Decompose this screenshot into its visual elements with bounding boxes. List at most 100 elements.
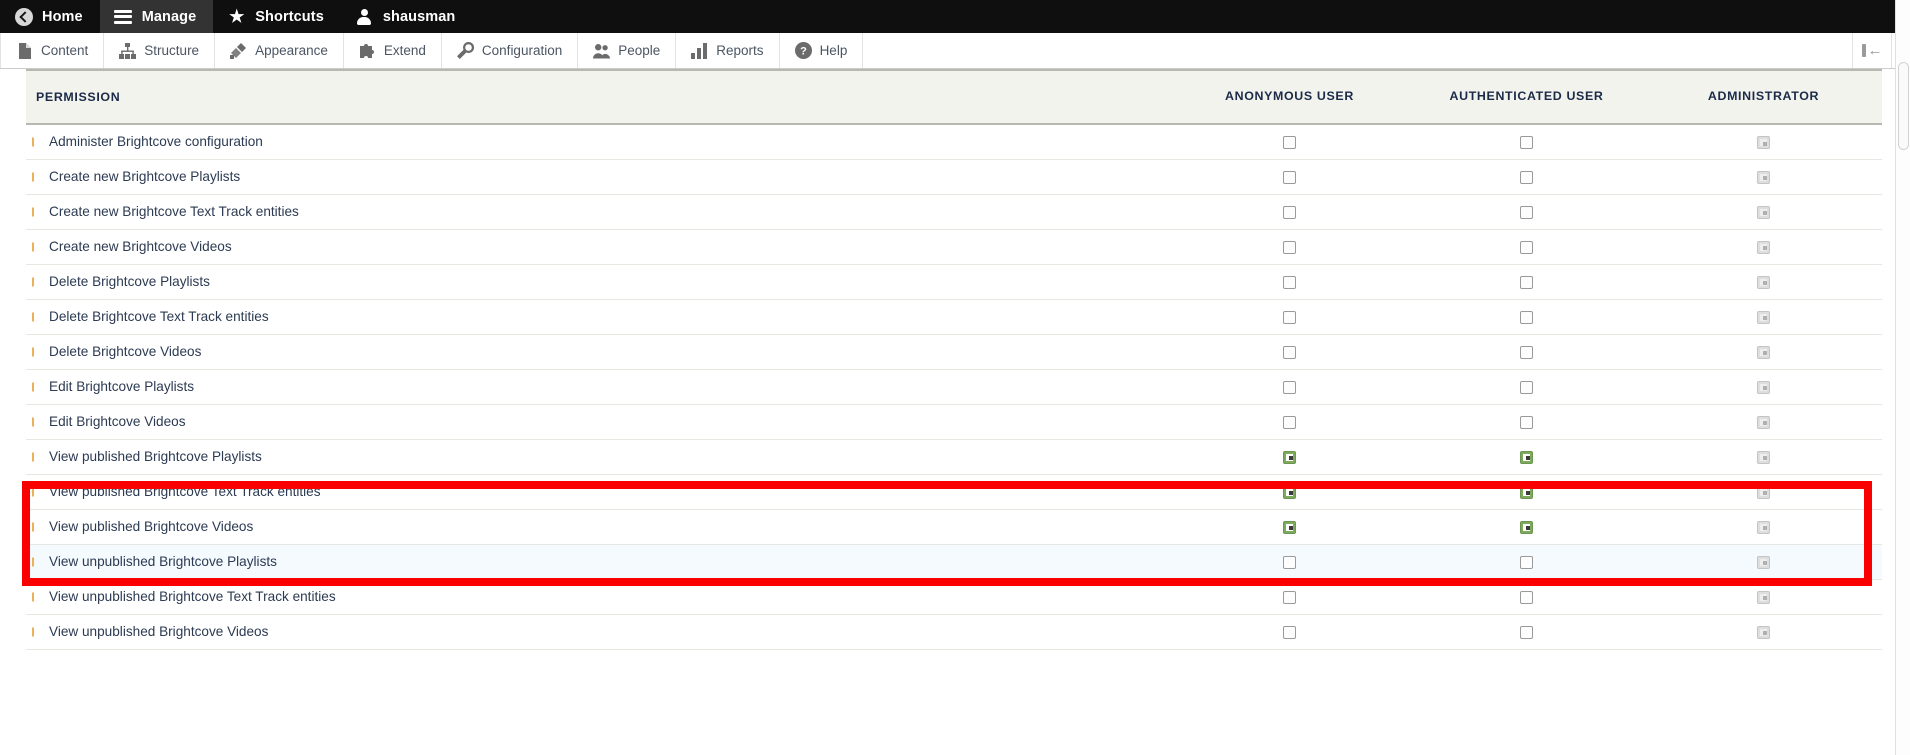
checkbox-authenticated-user[interactable] xyxy=(1520,485,1533,499)
toolbar-item-home[interactable]: Home xyxy=(0,0,100,33)
permission-cell-administrator xyxy=(1645,299,1882,335)
permission-cell-authenticated-user xyxy=(1408,579,1645,615)
checkbox-authenticated-user[interactable] xyxy=(1520,310,1533,324)
menu-item-reports[interactable]: Reports xyxy=(676,33,780,68)
table-row: View unpublished Brightcove Videos xyxy=(26,614,1882,650)
permission-cell-anonymous-user xyxy=(1171,579,1408,615)
checkbox-authenticated-user[interactable] xyxy=(1520,450,1533,464)
vertical-scrollbar[interactable] xyxy=(1895,0,1910,755)
permission-cell-administrator xyxy=(1645,509,1882,545)
permissions-table-body: Administer Brightcove configuration Creat… xyxy=(26,124,1882,650)
checkbox-authenticated-user[interactable] xyxy=(1520,345,1533,359)
svg-text:?: ? xyxy=(800,46,807,58)
checkbox-administrator xyxy=(1757,590,1770,604)
permissions-table-head: PERMISSION ANONYMOUS USER AUTHENTICATED … xyxy=(26,69,1882,125)
table-row: Edit Brightcove Videos xyxy=(26,404,1882,440)
permission-cell-administrator xyxy=(1645,159,1882,195)
menu-item-structure[interactable]: Structure xyxy=(104,33,216,68)
menu-item-people[interactable]: People xyxy=(578,33,677,68)
permission-cell-administrator xyxy=(1645,124,1882,160)
checkbox-anonymous-user[interactable] xyxy=(1283,625,1296,639)
bar-chart-icon xyxy=(691,42,708,59)
table-header-row: PERMISSION ANONYMOUS USER AUTHENTICATED … xyxy=(26,69,1882,125)
permission-cell-anonymous-user xyxy=(1171,439,1408,475)
hamburger-icon xyxy=(114,7,133,26)
checkbox-administrator xyxy=(1757,345,1770,359)
checkbox-anonymous-user[interactable] xyxy=(1283,170,1296,184)
checkbox-anonymous-user[interactable] xyxy=(1283,450,1296,464)
checkbox-authenticated-user[interactable] xyxy=(1520,590,1533,604)
checkbox-anonymous-user[interactable] xyxy=(1283,485,1296,499)
checkbox-administrator xyxy=(1757,555,1770,569)
table-row: Edit Brightcove Playlists xyxy=(26,369,1882,405)
checkbox-anonymous-user[interactable] xyxy=(1283,345,1296,359)
table-row: View published Brightcove Videos xyxy=(26,509,1882,545)
checkbox-authenticated-user[interactable] xyxy=(1520,520,1533,534)
back-circle-icon xyxy=(14,7,33,26)
permission-label: Edit Brightcove Videos xyxy=(26,404,1171,440)
permission-label: Create new Brightcove Text Track entitie… xyxy=(26,194,1171,230)
column-header-administrator: ADMINISTRATOR xyxy=(1645,69,1882,125)
permission-label: Delete Brightcove Videos xyxy=(26,334,1171,370)
table-row: Delete Brightcove Playlists xyxy=(26,264,1882,300)
permission-label: Create new Brightcove Playlists xyxy=(26,159,1171,195)
toolbar-item-user[interactable]: shausman xyxy=(341,0,473,33)
checkbox-anonymous-user[interactable] xyxy=(1283,555,1296,569)
collapse-toolbar-button[interactable]: ← xyxy=(1852,33,1892,68)
permission-cell-authenticated-user xyxy=(1408,159,1645,195)
toolbar-item-manage[interactable]: Manage xyxy=(99,0,214,33)
checkbox-authenticated-user[interactable] xyxy=(1520,275,1533,289)
permission-label: Create new Brightcove Videos xyxy=(26,229,1171,265)
checkbox-anonymous-user[interactable] xyxy=(1283,136,1296,150)
menu-item-content[interactable]: Content xyxy=(0,33,105,68)
menu-item-appearance[interactable]: Appearance xyxy=(215,33,344,68)
document-icon xyxy=(16,42,33,59)
checkbox-anonymous-user[interactable] xyxy=(1283,275,1296,289)
table-row: View published Brightcove Text Track ent… xyxy=(26,474,1882,510)
toolbar-item-shortcuts[interactable]: ★ Shortcuts xyxy=(213,0,341,33)
scrollbar-thumb[interactable] xyxy=(1898,62,1909,150)
checkbox-authenticated-user[interactable] xyxy=(1520,136,1533,150)
checkbox-anonymous-user[interactable] xyxy=(1283,520,1296,534)
menu-item-extend-label: Extend xyxy=(383,43,426,58)
table-row: Delete Brightcove Text Track entities xyxy=(26,299,1882,335)
permission-label: View published Brightcove Videos xyxy=(26,509,1171,545)
menu-item-extend[interactable]: Extend xyxy=(344,33,442,68)
permission-label: View unpublished Brightcove Text Track e… xyxy=(26,579,1171,615)
toolbar-item-home-label: Home xyxy=(42,8,83,25)
permission-cell-authenticated-user xyxy=(1408,509,1645,545)
table-row: Delete Brightcove Videos xyxy=(26,334,1882,370)
permission-cell-administrator xyxy=(1645,369,1882,405)
permission-cell-authenticated-user xyxy=(1408,474,1645,510)
checkbox-anonymous-user[interactable] xyxy=(1283,415,1296,429)
permission-cell-administrator xyxy=(1645,404,1882,440)
menu-item-help[interactable]: ? Help xyxy=(780,33,864,68)
checkbox-authenticated-user[interactable] xyxy=(1520,415,1533,429)
page: Home Manage ★ Shortcuts shausman Content xyxy=(0,0,1910,755)
toolbar-item-user-label: shausman xyxy=(382,8,456,25)
checkbox-anonymous-user[interactable] xyxy=(1283,590,1296,604)
checkbox-administrator xyxy=(1757,240,1770,254)
column-header-authenticated-user: AUTHENTICATED USER xyxy=(1408,69,1645,125)
permission-cell-administrator xyxy=(1645,439,1882,475)
permission-cell-anonymous-user xyxy=(1171,194,1408,230)
menu-item-configuration[interactable]: Configuration xyxy=(442,33,579,68)
permission-cell-administrator xyxy=(1645,614,1882,650)
checkbox-anonymous-user[interactable] xyxy=(1283,205,1296,219)
permission-cell-administrator xyxy=(1645,194,1882,230)
permission-cell-anonymous-user xyxy=(1171,229,1408,265)
checkbox-anonymous-user[interactable] xyxy=(1283,240,1296,254)
permission-cell-authenticated-user xyxy=(1408,369,1645,405)
checkbox-administrator xyxy=(1757,275,1770,289)
checkbox-authenticated-user[interactable] xyxy=(1520,555,1533,569)
checkbox-authenticated-user[interactable] xyxy=(1520,205,1533,219)
table-row: View unpublished Brightcove Playlists xyxy=(26,544,1882,580)
checkbox-authenticated-user[interactable] xyxy=(1520,240,1533,254)
checkbox-authenticated-user[interactable] xyxy=(1520,625,1533,639)
table-row: View unpublished Brightcove Text Track e… xyxy=(26,579,1882,615)
permission-label: Delete Brightcove Playlists xyxy=(26,264,1171,300)
checkbox-anonymous-user[interactable] xyxy=(1283,310,1296,324)
checkbox-authenticated-user[interactable] xyxy=(1520,380,1533,394)
checkbox-anonymous-user[interactable] xyxy=(1283,380,1296,394)
checkbox-authenticated-user[interactable] xyxy=(1520,170,1533,184)
